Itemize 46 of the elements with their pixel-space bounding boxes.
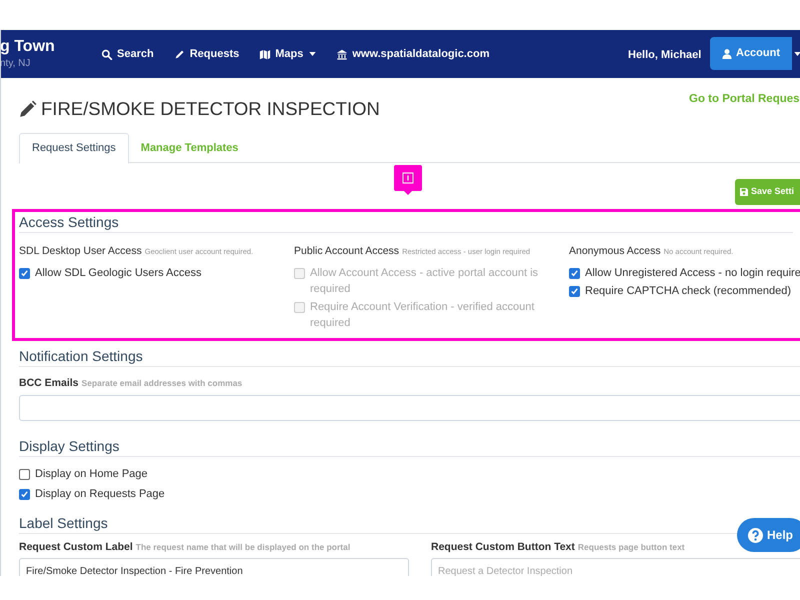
- field-label: Request Custom Button Text: [431, 541, 575, 553]
- brand-title: g Town: [1, 39, 56, 55]
- brand-subtitle: nty, NJ: [1, 59, 32, 69]
- field-label: Request Custom Label: [19, 541, 133, 553]
- page-title: FIRE/SMOKE DETECTOR INSPECTION: [41, 97, 380, 122]
- checkbox-label: Allow Account Access - active portal account is required: [310, 266, 540, 297]
- field-hint: Requests page button text: [578, 542, 685, 552]
- checkbox[interactable]: [19, 489, 30, 500]
- checkbox[interactable]: [569, 286, 580, 297]
- greeting-text: Hello, Michael: [628, 48, 702, 63]
- checkbox[interactable]: [19, 268, 30, 279]
- search-icon: [101, 48, 113, 60]
- account-button[interactable]: Account: [710, 37, 792, 70]
- group-title: SDL Desktop User Access: [19, 245, 142, 257]
- annotation-marker-icon: [394, 165, 422, 197]
- section-heading: Display Settings: [19, 437, 800, 457]
- input-field[interactable]: [19, 395, 800, 421]
- checkbox-label: Allow SDL Geologic Users Access: [35, 266, 202, 281]
- question-icon: [748, 528, 763, 542]
- map-icon: [259, 48, 272, 60]
- field-hint: Separate email addresses with commas: [82, 378, 242, 388]
- field-label: BCC Emails: [19, 377, 79, 389]
- caret-icon: [794, 52, 800, 56]
- checkbox-label: Display on Home Page: [35, 467, 148, 482]
- nav-link[interactable]: Requests: [174, 46, 240, 62]
- pencil-icon: [174, 48, 186, 60]
- nav-link[interactable]: Search: [101, 46, 154, 62]
- checkbox-label: Display on Requests Page: [35, 487, 165, 502]
- field-hint: The request name that will be displayed on the portal: [136, 542, 350, 552]
- nav-link[interactable]: www.spatialdatalogic.com: [336, 46, 490, 62]
- nav-link[interactable]: Maps: [259, 46, 316, 62]
- checkbox-label: Require CAPTCHA check (recommended): [585, 284, 792, 299]
- group-title: Public Account Access: [294, 245, 400, 257]
- section-heading: Notification Settings: [19, 347, 800, 367]
- tab[interactable]: Request Settings: [19, 133, 129, 164]
- checkbox-label: Require Account Verification - verified account required: [310, 300, 536, 331]
- checkbox-label: Allow Unregistered Access - no login require: [585, 266, 800, 281]
- checkbox[interactable]: [569, 268, 580, 279]
- pencil-icon: [19, 100, 37, 118]
- user-icon: [722, 48, 732, 58]
- input-field[interactable]: Fire/Smoke Detector Inspection - Fire Prevention: [19, 558, 409, 576]
- section-heading: Access Settings: [19, 213, 793, 233]
- input-field[interactable]: Request a Detector Inspection: [431, 558, 800, 576]
- checkbox[interactable]: [19, 469, 30, 480]
- group-title: Anonymous Access: [569, 245, 661, 257]
- bank-icon: [336, 48, 348, 60]
